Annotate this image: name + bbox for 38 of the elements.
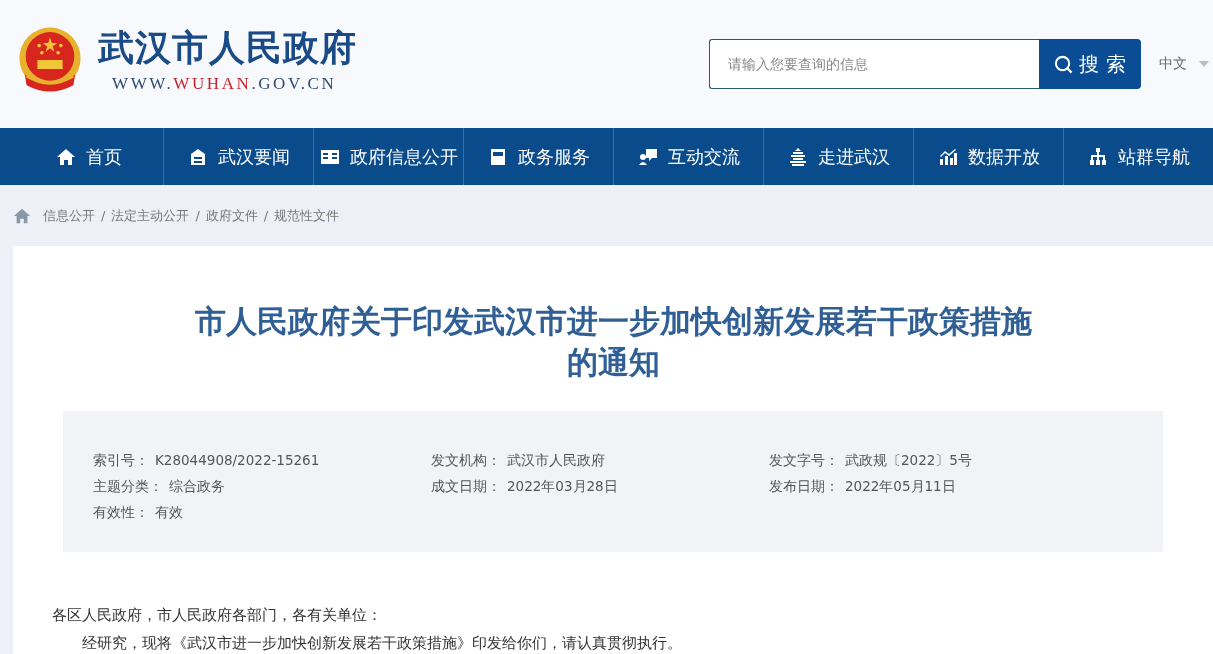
breadcrumb-link[interactable]: 法定主动公开 — [111, 206, 190, 225]
nav-item[interactable]: 首页 — [14, 128, 164, 185]
tower-icon — [787, 146, 808, 167]
nav-item[interactable]: 武汉要闻 — [164, 128, 314, 185]
nav-item[interactable]: 互动交流 — [614, 128, 764, 185]
home-icon — [55, 146, 76, 167]
language-select[interactable]: 中文 — [1159, 55, 1209, 73]
site-domain: WWW.WUHAN.GOV.CN — [111, 74, 338, 94]
meta-field: 成文日期： 2022年03月28日 — [431, 477, 769, 495]
nav-item[interactable]: 站群导航 — [1064, 128, 1213, 185]
nav-item[interactable]: 政务服务 — [464, 128, 614, 185]
search-button[interactable]: 搜 索 — [1039, 39, 1141, 89]
meta-field: 有效性： 有效 — [93, 503, 431, 521]
nav-item[interactable]: 走进武汉 — [764, 128, 914, 185]
search-field[interactable]: 请输入您要查询的信息 — [709, 39, 1039, 89]
search-icon — [1054, 54, 1074, 74]
breadcrumb-separator: / — [263, 208, 269, 223]
meta-field: 索引号： K28044908/2022-15261 — [93, 451, 431, 469]
breadcrumb-link[interactable]: 信息公开 — [43, 206, 95, 225]
paragraph: 经研究，现将《武汉市进一步加快创新发展若干政策措施》印发给你们，请认真贯彻执行。 — [81, 633, 683, 654]
caret-icon — [1199, 61, 1209, 67]
breadcrumb-separator: / — [195, 208, 200, 223]
paragraph: 各区人民政府，市人民政府各部门，各有关单位： — [52, 605, 383, 626]
nav-item[interactable]: 数据开放 — [914, 128, 1064, 185]
chat-icon — [637, 146, 658, 167]
meta-field: 主题分类： 综合政务 — [93, 477, 431, 495]
site-name: 武汉市人民政府 — [98, 26, 357, 70]
article-title: 市人民政府关于印发武汉市进一步加快创新发展若干政策措施 的通知 — [193, 302, 1033, 382]
chart-icon — [937, 146, 958, 167]
meta-field: 发文机构： 武汉市人民政府 — [431, 451, 769, 469]
meta-field: 发布日期： 2022年05月11日 — [769, 477, 1133, 495]
breadcrumb-link[interactable]: 政府文件 — [205, 206, 258, 225]
breadcrumb-separator: / — [101, 208, 106, 223]
nav-item[interactable]: 政府信息公开 — [314, 128, 464, 185]
sitemap-icon — [1088, 146, 1108, 167]
meta-field: 发文字号： 武政规〔2022〕5号 — [769, 451, 1133, 469]
breadcrumb-link[interactable]: 规范性文件 — [274, 206, 340, 225]
home-icon — [13, 206, 31, 225]
